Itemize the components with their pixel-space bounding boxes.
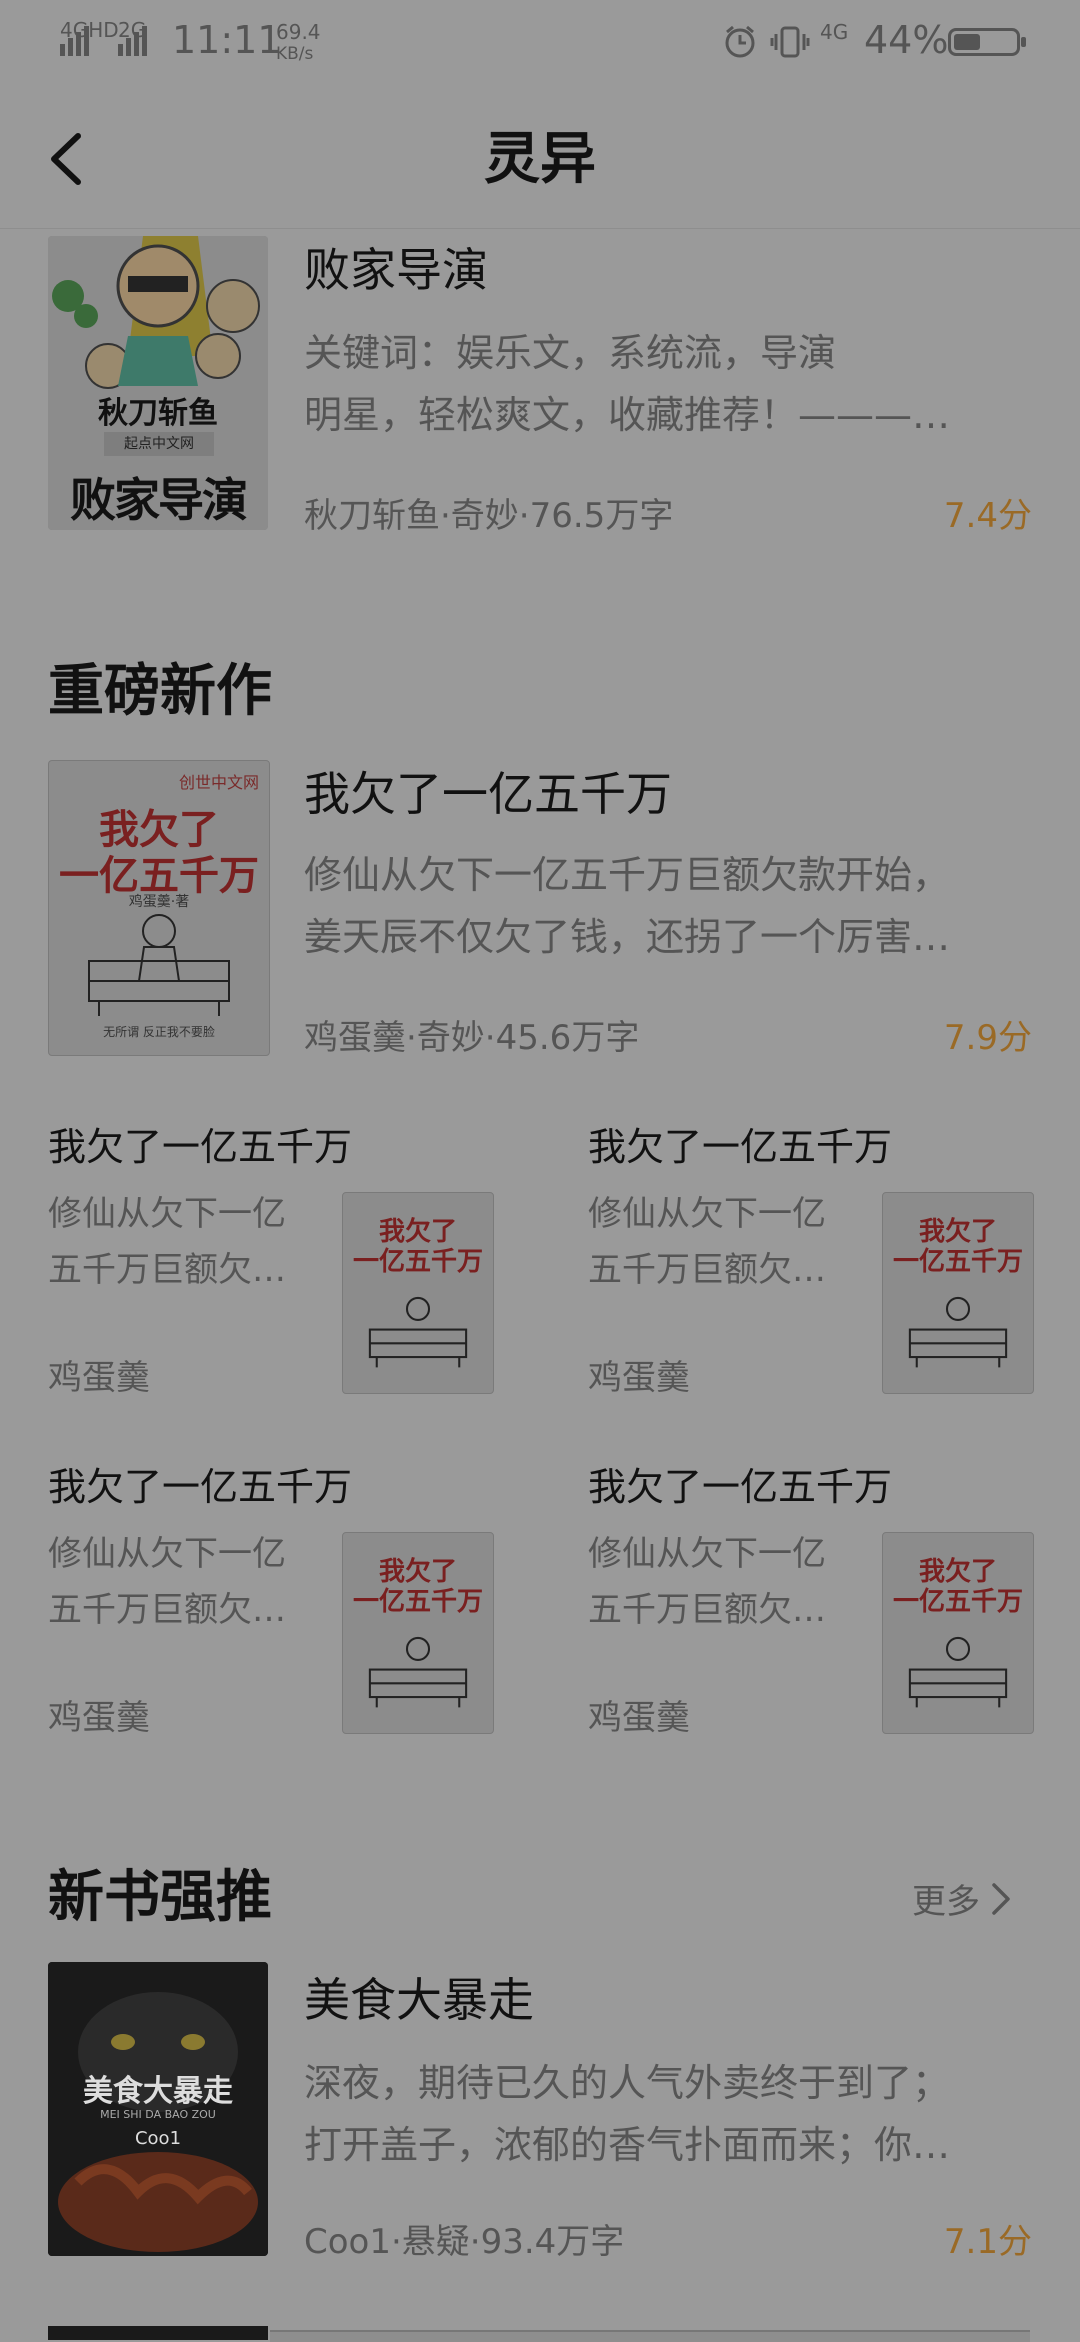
grid-book-cover: 我欠了 一亿五千万: [882, 1532, 1034, 1734]
book-desc-line2: 明星，轻松爽文，收藏推荐！———…: [304, 393, 951, 437]
book-title: 我欠了一亿五千万: [304, 767, 672, 821]
grid-book-card[interactable]: 我欠了一亿五千万 修仙从欠下一亿 五千万巨额欠… 鸡蛋羹 我欠了 一亿五千万: [48, 1116, 548, 1416]
grid-book-cover: 我欠了 一亿五千万: [342, 1192, 494, 1394]
cover-title-text: 败家导演: [70, 473, 248, 527]
grid-book-desc-line2: 五千万巨额欠…: [48, 1250, 286, 1290]
battery-percent: 44%: [864, 18, 949, 62]
grid-book-author: 鸡蛋羹: [588, 1358, 690, 1398]
section-title-new: 新书强推: [48, 1864, 272, 1930]
book-meta: 秋刀斩鱼·奇妙·76.5万字: [304, 496, 674, 536]
cover-publisher-text: 起点中文网: [104, 432, 214, 456]
book-score: 7.4分: [943, 496, 1032, 536]
book-desc-line1: 深夜，期待已久的人气外卖终于到了；: [304, 2061, 951, 2105]
book-meta: 鸡蛋羹·奇妙·45.6万字: [304, 1018, 640, 1058]
grid-book-desc-line2: 五千万巨额欠…: [48, 1590, 286, 1630]
signal-icon: [60, 26, 89, 56]
grid-book-cover: 我欠了 一亿五千万: [882, 1192, 1034, 1394]
cover-sofa-illustration: [368, 1636, 468, 1708]
battery-icon: [948, 28, 1026, 56]
grid-book-desc-line2: 五千万巨额欠…: [588, 1590, 826, 1630]
book-card-featured[interactable]: 创世中文网 我欠了 一亿五千万 鸡蛋羹·著 无所谓 反正我不要脸 我欠了一亿五千…: [0, 756, 1080, 1066]
grid-book-title: 我欠了一亿五千万: [588, 1465, 893, 1509]
grid-book-card[interactable]: 我欠了一亿五千万 修仙从欠下一亿 五千万巨额欠… 鸡蛋羹 我欠了 一亿五千万: [588, 1456, 1080, 1756]
grid-book-author: 鸡蛋羹: [48, 1698, 150, 1738]
book-title: 美食大暴走: [304, 1973, 534, 2027]
book-meta: Coo1·悬疑·93.4万字: [304, 2222, 625, 2262]
cover-author-text: 秋刀斩鱼: [98, 396, 218, 431]
cover-title-line2: 一亿五千万: [892, 1587, 1023, 1617]
clock: 11:11: [172, 18, 282, 62]
book-cover-next: [48, 2326, 268, 2340]
top-nav-bar: 灵异: [0, 84, 1080, 229]
grid-book-title: 我欠了一亿五千万: [588, 1125, 893, 1169]
book-cover: 秋刀斩鱼 起点中文网 败家导演: [48, 236, 268, 530]
cover-title-line2: 一亿五千万: [352, 1587, 483, 1617]
grid-book-card[interactable]: 我欠了一亿五千万 修仙从欠下一亿 五千万巨额欠… 鸡蛋羹 我欠了 一亿五千万: [588, 1116, 1080, 1416]
battery-level: [954, 34, 980, 50]
cover-pinyin-text: MEI SHI DA BAO ZOU: [100, 2108, 216, 2121]
more-link-label: 更多: [912, 1882, 980, 1922]
book-desc-line1: 关键词：娱乐文，系统流，导演: [304, 331, 837, 375]
cover-sofa-illustration: [908, 1296, 1008, 1368]
book-desc-line2: 姜天辰不仅欠了钱，还拐了一个厉害…: [304, 915, 951, 959]
status-bar: 4GHD 2G 11:11 69.4 KB/s 4G 44%: [0, 0, 1080, 84]
book-desc-line1: 修仙从欠下一亿五千万巨额欠款开始，: [304, 853, 951, 897]
chevron-right-icon: [992, 1882, 1010, 1915]
grid-book-author: 鸡蛋羹: [588, 1698, 690, 1738]
grid-book-author: 鸡蛋羹: [48, 1358, 150, 1398]
cover-brand: 创世中文网: [179, 773, 260, 792]
signal-2g-icon: [118, 26, 147, 56]
book-score: 7.9分: [943, 1018, 1032, 1058]
speed-unit: KB/s: [276, 44, 314, 64]
book-title: 败家导演: [304, 243, 488, 297]
grid-book-title: 我欠了一亿五千万: [48, 1125, 353, 1169]
cover-sofa-illustration: [908, 1636, 1008, 1708]
grid-book-desc-line2: 五千万巨额欠…: [588, 1250, 826, 1290]
book-cover: 美食大暴走 MEI SHI DA BAO ZOU Coo1: [48, 1962, 268, 2256]
network-4g-label: 4G: [820, 20, 849, 44]
grid-book-desc-line1: 修仙从欠下一亿: [48, 1534, 286, 1574]
grid-book-cover: 我欠了 一亿五千万: [342, 1532, 494, 1734]
cover-slogan: 无所谓 反正我不要脸: [103, 1025, 215, 1039]
grid-book-card[interactable]: 我欠了一亿五千万 修仙从欠下一亿 五千万巨额欠… 鸡蛋羹 我欠了 一亿五千万: [48, 1456, 548, 1756]
book-card-top[interactable]: 秋刀斩鱼 起点中文网 败家导演 败家导演 关键词：娱乐文，系统流，导演 明星，轻…: [0, 230, 1080, 560]
section-title-heavy: 重磅新作: [48, 658, 272, 724]
cover-title-line2: 一亿五千万: [892, 1247, 1023, 1277]
book-cover: 创世中文网 我欠了 一亿五千万 鸡蛋羹·著 无所谓 反正我不要脸: [48, 760, 270, 1056]
cover-author-text: Coo1: [134, 2128, 182, 2149]
cover-author: 鸡蛋羹·著: [128, 894, 190, 910]
speed-value: 69.4: [276, 20, 321, 44]
grid-book-desc-line1: 修仙从欠下一亿: [588, 1534, 826, 1574]
cover-sofa-illustration: [368, 1296, 468, 1368]
cover-title-line2: 一亿五千万: [352, 1247, 483, 1277]
book-desc-line2: 打开盖子，浓郁的香气扑面而来；你…: [304, 2123, 951, 2167]
book-card-new[interactable]: 美食大暴走 MEI SHI DA BAO ZOU Coo1 美食大暴走 深夜，期…: [0, 1960, 1080, 2262]
grid-book-desc-line1: 修仙从欠下一亿: [588, 1194, 826, 1234]
cover-sofa-illustration: [88, 914, 230, 1016]
grid-book-desc-line1: 修仙从欠下一亿: [48, 1194, 286, 1234]
vibrate-icon: [770, 26, 810, 58]
cover-title-text: 美食大暴走: [83, 2074, 233, 2109]
grid-book-title: 我欠了一亿五千万: [48, 1465, 353, 1509]
more-link[interactable]: 更多: [912, 1874, 1014, 1923]
page-title: 灵异: [484, 126, 596, 192]
next-card-strip: [270, 2330, 1030, 2342]
alarm-icon: [725, 25, 755, 58]
book-score: 7.1分: [943, 2222, 1032, 2262]
